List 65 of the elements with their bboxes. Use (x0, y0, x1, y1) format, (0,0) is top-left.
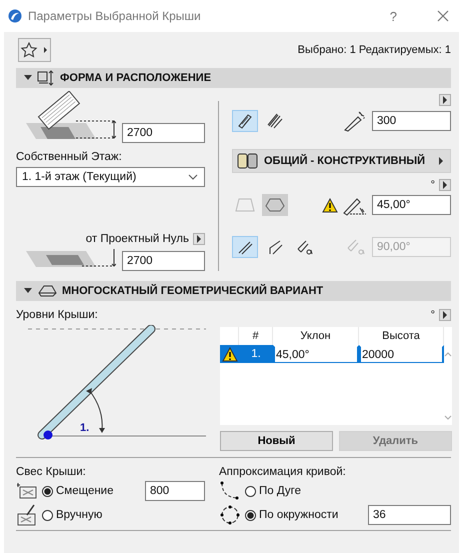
height-cell-field[interactable]: 20000 (359, 345, 444, 363)
radio-button[interactable] (245, 510, 256, 520)
bottom-level-field[interactable]: 2700 (122, 251, 205, 271)
layered-slab-icon (266, 112, 284, 130)
chevron-down-icon (188, 174, 198, 180)
vertical-edge-toggle[interactable] (232, 236, 258, 258)
reference-menu-button[interactable] (193, 233, 205, 245)
level-number-label: 1. (80, 422, 90, 434)
hexagon-icon (264, 197, 286, 213)
app-logo-icon (8, 9, 22, 23)
building-material-selector[interactable]: ОБЩИЙ - КОНСТРУКТИВНЫЙ (232, 149, 451, 173)
thickness-icon (342, 110, 368, 132)
levels-menu-button[interactable] (439, 309, 451, 321)
thickness-field[interactable]: 300 (372, 111, 451, 131)
help-button[interactable]: ? (390, 8, 397, 24)
curve-approximation-label: Аппроксимация кривой: (219, 466, 347, 478)
window-title: Параметры Выбранной Крыши (28, 9, 202, 23)
caret-icon (438, 157, 444, 165)
manual-overhang-icon (16, 504, 38, 526)
radio-button[interactable] (245, 486, 256, 496)
caret-icon (442, 96, 448, 104)
overhang-offset-field[interactable]: 800 (145, 481, 205, 501)
sloped-slab-toggle[interactable] (262, 194, 288, 216)
offset-overhang-icon (16, 482, 38, 500)
option-label[interactable]: По Дуге (259, 485, 301, 497)
material-swatch-icon (237, 153, 259, 169)
arc-curve-icon (219, 481, 241, 501)
new-level-button[interactable]: Новый (220, 431, 333, 451)
table-cell: 1. (239, 345, 273, 363)
segments-field[interactable]: 36 (368, 505, 451, 525)
angle-menu-button[interactable] (439, 179, 451, 191)
favorites-button[interactable] (18, 38, 51, 62)
collapse-caret-icon (24, 75, 32, 81)
overhang-label: Свес Крыши: (16, 466, 87, 478)
pitch-cell-field[interactable]: 45,00° (273, 345, 359, 363)
home-story-dropdown[interactable]: 1. 1-й этаж (Текущий) (16, 167, 205, 187)
roof-levels-label: Уровни Крыши: (16, 309, 98, 321)
top-level-field[interactable]: 2700 (122, 123, 205, 143)
option-label[interactable]: По окружности (259, 509, 338, 521)
warning-icon (222, 346, 238, 362)
caret-icon (442, 311, 448, 319)
caret-icon (196, 235, 202, 243)
selection-info: Выбрано: 1 Редактируемых: 1 (298, 44, 451, 56)
angle-lines-icon (296, 238, 314, 256)
pitch-field[interactable]: 45,00° (372, 195, 451, 215)
reference-level-label: от Проектный Нуль (86, 233, 189, 245)
angle-unit-label: ° (430, 309, 435, 321)
trapezoid-icon (234, 197, 256, 213)
angle-unit-label: ° (430, 179, 435, 191)
roof-shape-icon (37, 284, 57, 298)
circle-curve-icon (219, 504, 241, 526)
radio-button[interactable] (42, 486, 53, 496)
radio-button[interactable] (42, 510, 53, 520)
option-label[interactable]: Вручную (56, 509, 102, 521)
caret-icon (442, 181, 448, 189)
close-icon[interactable] (437, 10, 449, 22)
home-story-label: Собственный Этаж: (16, 151, 123, 163)
section-header[interactable]: МНОГОСКАТНЫЙ ГЕОМЕТРИЧЕСКИЙ ВАРИАНТ (16, 281, 451, 301)
option-label[interactable]: Смещение (56, 485, 114, 497)
basic-structure-toggle[interactable] (232, 110, 258, 132)
section-header[interactable]: ФОРМА И РАСПОЛОЖЕНИЕ (16, 68, 451, 88)
structure-menu-button[interactable] (439, 94, 451, 106)
hatched-slab-icon (236, 112, 254, 130)
shape-placement-icon (37, 70, 55, 86)
collapse-caret-icon (24, 288, 32, 294)
